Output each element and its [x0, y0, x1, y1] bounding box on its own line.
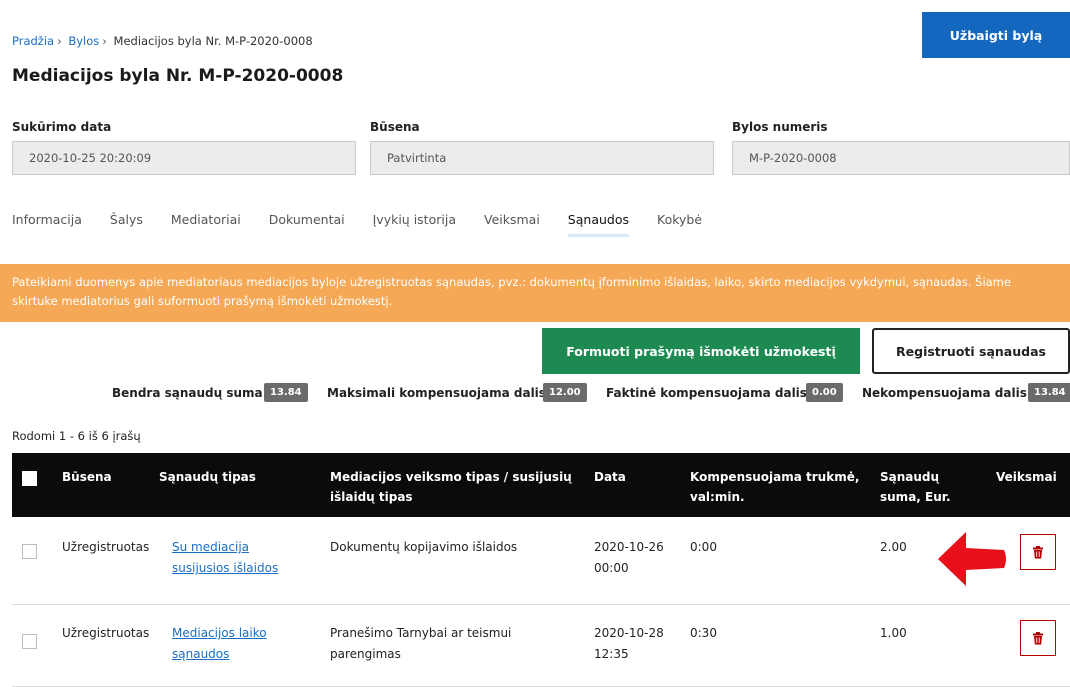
select-all-checkbox[interactable]	[22, 471, 37, 486]
tab-informacija[interactable]: Informacija	[12, 212, 82, 237]
row-action-type: Pranešimo Tarnybai ar teismui parengimas	[330, 623, 511, 665]
tab-mediatoriai[interactable]: Mediatoriai	[171, 212, 241, 237]
column-header-cost-type[interactable]: Sąnaudų tipas	[159, 467, 256, 487]
status-label: Būsena	[370, 120, 420, 134]
row-date-line1: 2020-10-26	[594, 540, 664, 554]
table-row: Užregistruotas Su mediacija susijusios i…	[12, 517, 1070, 605]
column-header-action-type-line2: išlaidų tipas	[330, 490, 413, 504]
breadcrumb-separator: ›	[102, 34, 107, 48]
column-header-action-type[interactable]: Mediacijos veiksmo tipas / susijusių išl…	[330, 467, 600, 507]
tab-bar: Informacija Šalys Mediatoriai Dokumentai…	[12, 212, 730, 237]
row-status: Užregistruotas	[62, 540, 150, 554]
trash-icon	[1033, 545, 1043, 558]
row-duration: 0:00	[690, 540, 717, 554]
row-action-type-line1: Pranešimo Tarnybai ar teismui	[330, 626, 512, 640]
total-costs-label: Bendra sąnaudų suma	[112, 386, 263, 400]
created-date-field: 2020-10-25 20:20:09	[12, 141, 356, 175]
breadcrumb-files-link[interactable]: Bylos	[68, 34, 99, 48]
column-header-actions: Veiksmai	[996, 470, 1057, 484]
records-info: Rodomi 1 - 6 iš 6 įrašų	[12, 429, 141, 443]
max-compensable-badge: 12.00	[543, 383, 587, 402]
total-costs-badge: 13.84	[264, 383, 308, 402]
finish-case-button[interactable]: Užbaigti bylą	[922, 12, 1070, 58]
trash-icon	[1033, 631, 1043, 644]
noncompensable-label: Nekompensuojama dalis	[862, 386, 1027, 400]
row-action-type-line1: Dokumentų kopijavimo išlaidos	[330, 540, 518, 554]
row-checkbox[interactable]	[22, 544, 37, 559]
row-action-type-line2: parengimas	[330, 647, 401, 661]
form-payment-request-button[interactable]: Formuoti prašymą išmokėti užmokestį	[542, 328, 860, 374]
row-date: 2020-10-28 12:35	[594, 623, 664, 665]
tab-ivykiu-istorija[interactable]: Įvykių istorija	[373, 212, 456, 237]
row-cost-type-line1[interactable]: Su mediacija	[172, 537, 278, 558]
column-header-date[interactable]: Data	[594, 467, 626, 487]
column-header-amount-line2: suma, Eur.	[880, 490, 951, 504]
table-row: Užregistruotas Mediacijos laiko sąnaudos…	[12, 605, 1070, 687]
row-amount: 1.00	[880, 626, 907, 640]
register-costs-button[interactable]: Registruoti sąnaudas	[872, 328, 1070, 374]
row-status: Užregistruotas	[62, 626, 150, 640]
column-header-duration[interactable]: Kompensuojama trukmė, val:min.	[690, 467, 859, 507]
column-header-duration-line1: Kompensuojama trukmė,	[690, 470, 860, 484]
tab-sanaudos[interactable]: Sąnaudos	[567, 212, 630, 237]
row-cost-type-line1[interactable]: Mediacijos laiko	[172, 623, 267, 644]
breadcrumb-home-link[interactable]: Pradžia	[12, 34, 54, 48]
tab-dokumentai[interactable]: Dokumentai	[269, 212, 345, 237]
created-date-label: Sukūrimo data	[12, 120, 112, 134]
delete-button[interactable]	[1020, 534, 1056, 570]
tab-salys[interactable]: Šalys	[110, 212, 143, 237]
noncompensable-badge: 13.84	[1028, 383, 1070, 402]
status-field: Patvirtinta	[370, 141, 714, 175]
breadcrumb-current: Mediacijos byla Nr. M-P-2020-0008	[113, 34, 313, 48]
page-title: Mediacijos byla Nr. M-P-2020-0008	[12, 66, 344, 86]
table-header: Būsena Sąnaudų tipas Mediacijos veiksmo …	[12, 453, 1070, 517]
actual-compensable-label: Faktinė kompensuojama dalis	[606, 386, 807, 400]
tab-kokybe[interactable]: Kokybė	[657, 212, 702, 237]
case-number-field: M-P-2020-0008	[732, 141, 1070, 175]
row-cost-type-line2[interactable]: sąnaudos	[172, 644, 267, 665]
red-arrow-annotation-icon	[938, 532, 1006, 586]
column-header-status[interactable]: Būsena	[62, 467, 112, 487]
row-checkbox[interactable]	[22, 634, 37, 649]
breadcrumb: Pradžia › Bylos › Mediacijos byla Nr. M-P-…	[12, 34, 313, 48]
max-compensable-label: Maksimali kompensuojama dalis	[327, 386, 546, 400]
info-banner: Pateikiami duomenys apie mediatoriaus me…	[0, 264, 1070, 322]
row-action-type: Dokumentų kopijavimo išlaidos	[330, 537, 517, 558]
row-cost-type-link[interactable]: Su mediacija susijusios išlaidos	[172, 537, 278, 579]
row-duration: 0:30	[690, 626, 717, 640]
tab-veiksmai[interactable]: Veiksmai	[484, 212, 540, 237]
column-header-amount[interactable]: Sąnaudų suma, Eur.	[880, 467, 951, 507]
row-cost-type-line2[interactable]: susijusios išlaidos	[172, 558, 278, 579]
breadcrumb-separator: ›	[57, 34, 62, 48]
row-date-line1: 2020-10-28	[594, 626, 664, 640]
column-header-action-type-line1: Mediacijos veiksmo tipas / susijusių	[330, 470, 572, 484]
row-cost-type-link[interactable]: Mediacijos laiko sąnaudos	[172, 623, 267, 665]
row-date: 2020-10-26 00:00	[594, 537, 664, 579]
row-date-line2: 12:35	[594, 647, 629, 661]
column-header-duration-line2: val:min.	[690, 490, 745, 504]
delete-button[interactable]	[1020, 620, 1056, 656]
actual-compensable-badge: 0.00	[806, 383, 843, 402]
case-number-label: Bylos numeris	[732, 120, 828, 134]
column-header-amount-line1: Sąnaudų	[880, 470, 940, 484]
row-amount: 2.00	[880, 540, 907, 554]
row-date-line2: 00:00	[594, 561, 629, 575]
